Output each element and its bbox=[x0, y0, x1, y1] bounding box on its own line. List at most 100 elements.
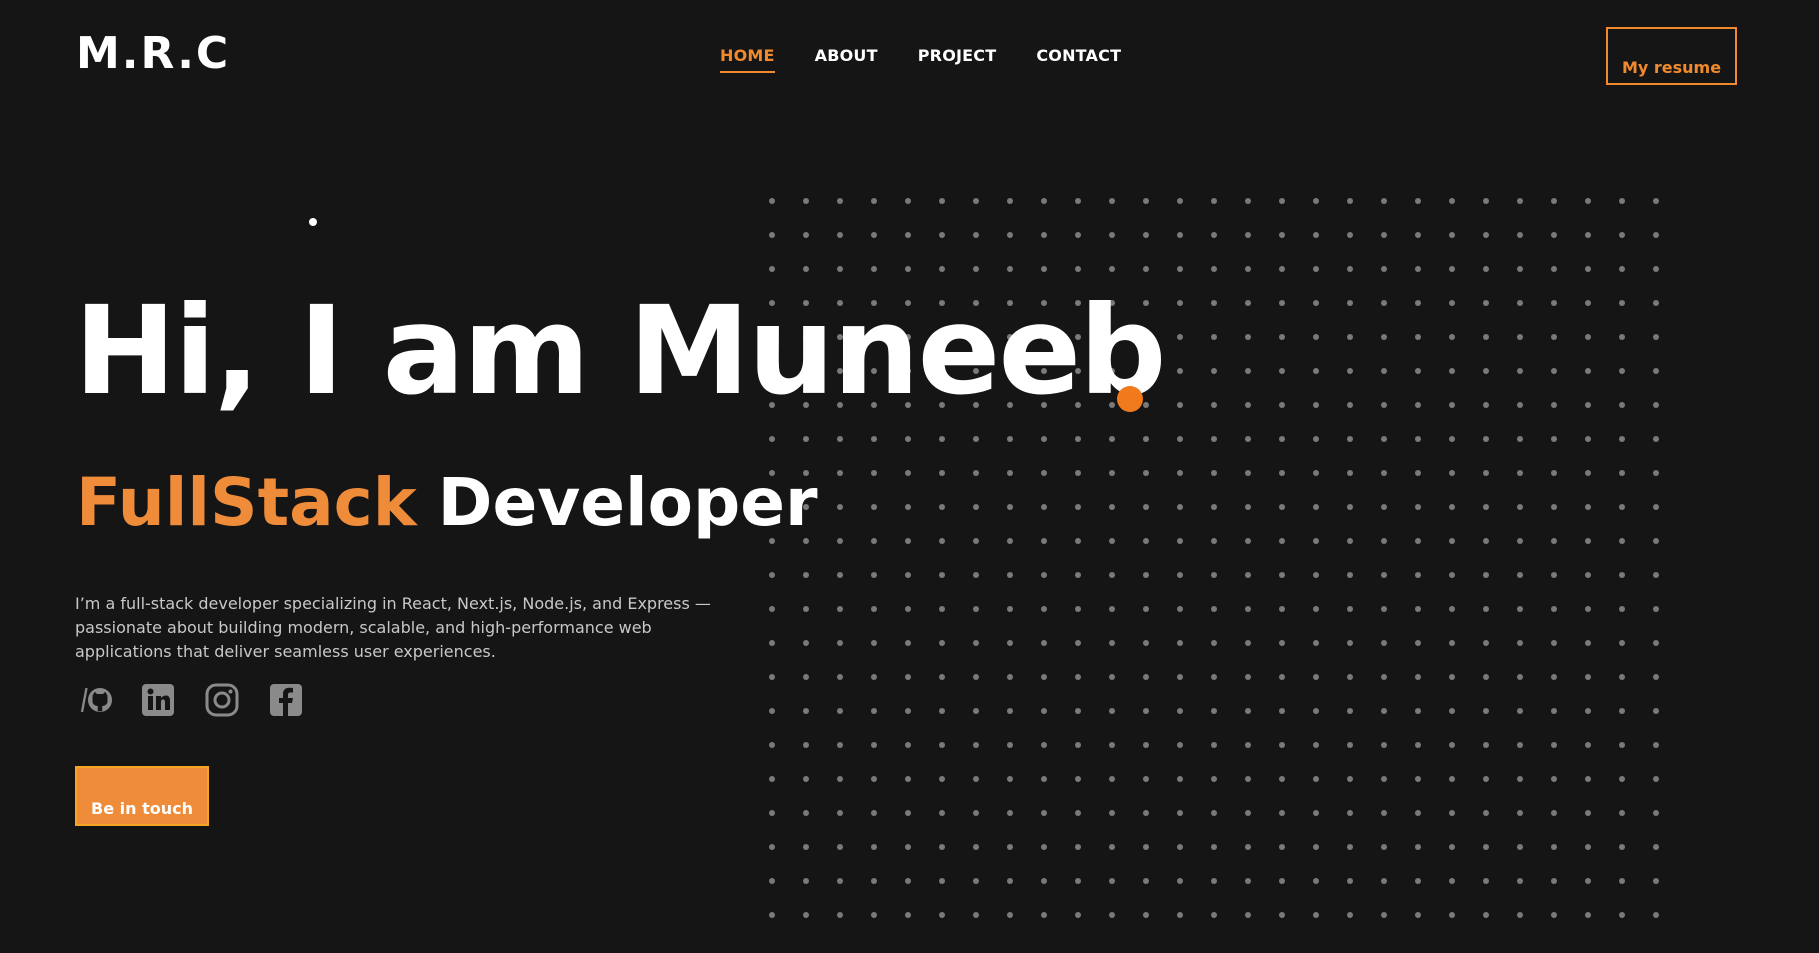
grid-dot bbox=[1449, 708, 1455, 714]
grid-dot bbox=[1109, 504, 1115, 510]
grid-dot bbox=[1245, 844, 1251, 850]
grid-dot bbox=[1211, 436, 1217, 442]
grid-dot bbox=[1551, 572, 1557, 578]
grid-dot bbox=[1177, 844, 1183, 850]
grid-dot bbox=[769, 266, 775, 272]
site-logo[interactable]: M.R.C bbox=[76, 32, 230, 76]
grid-dot bbox=[1075, 674, 1081, 680]
grid-dot bbox=[1449, 674, 1455, 680]
grid-dot bbox=[1177, 912, 1183, 918]
grid-dot bbox=[1313, 606, 1319, 612]
grid-dot bbox=[1279, 504, 1285, 510]
grid-dot bbox=[1041, 232, 1047, 238]
grid-dot bbox=[905, 708, 911, 714]
grid-dot bbox=[905, 470, 911, 476]
grid-dot bbox=[905, 266, 911, 272]
grid-dot bbox=[1585, 776, 1591, 782]
grid-dot bbox=[1313, 504, 1319, 510]
grid-dot bbox=[1143, 674, 1149, 680]
grid-dot bbox=[1245, 674, 1251, 680]
grid-dot bbox=[1245, 708, 1251, 714]
grid-dot bbox=[1653, 334, 1659, 340]
grid-dot bbox=[803, 232, 809, 238]
grid-dot bbox=[837, 674, 843, 680]
nav-project-link[interactable]: PROJECT bbox=[918, 46, 997, 73]
grid-dot bbox=[1143, 538, 1149, 544]
grid-dot bbox=[1483, 776, 1489, 782]
grid-dot bbox=[803, 198, 809, 204]
grid-dot bbox=[1585, 538, 1591, 544]
grid-dot bbox=[1415, 436, 1421, 442]
grid-dot bbox=[1517, 844, 1523, 850]
grid-dot bbox=[1415, 708, 1421, 714]
grid-dot bbox=[1347, 572, 1353, 578]
grid-dot bbox=[1245, 368, 1251, 374]
grid-dot bbox=[1177, 674, 1183, 680]
grid-dot bbox=[1279, 470, 1285, 476]
grid-dot bbox=[1245, 232, 1251, 238]
grid-dot bbox=[1483, 198, 1489, 204]
linkedin-icon[interactable] bbox=[140, 682, 176, 718]
grid-dot bbox=[1313, 674, 1319, 680]
grid-dot bbox=[803, 912, 809, 918]
nav-home-link[interactable]: HOME bbox=[720, 46, 775, 73]
grid-dot bbox=[1211, 470, 1217, 476]
facebook-icon[interactable] bbox=[268, 682, 304, 718]
grid-dot bbox=[905, 878, 911, 884]
grid-dot bbox=[1619, 334, 1625, 340]
be-in-touch-button[interactable]: Be in touch bbox=[75, 766, 209, 826]
grid-dot bbox=[1007, 606, 1013, 612]
grid-dot bbox=[1279, 606, 1285, 612]
grid-dot bbox=[1585, 402, 1591, 408]
grid-dot bbox=[1347, 606, 1353, 612]
grid-dot bbox=[939, 470, 945, 476]
my-resume-button[interactable]: My resume bbox=[1606, 27, 1737, 85]
grid-dot bbox=[939, 742, 945, 748]
grid-dot bbox=[803, 572, 809, 578]
grid-dot bbox=[1619, 844, 1625, 850]
grid-dot bbox=[939, 708, 945, 714]
grid-dot bbox=[1619, 436, 1625, 442]
grid-dot bbox=[803, 742, 809, 748]
grid-dot bbox=[973, 572, 979, 578]
grid-dot bbox=[871, 912, 877, 918]
hero-description: I’m a full-stack developer specializing … bbox=[75, 594, 711, 661]
grid-dot bbox=[1007, 674, 1013, 680]
grid-dot bbox=[905, 742, 911, 748]
grid-dot bbox=[1585, 742, 1591, 748]
grid-dot bbox=[1245, 436, 1251, 442]
grid-dot bbox=[1041, 606, 1047, 612]
grid-dot bbox=[1551, 708, 1557, 714]
nav-about-link[interactable]: ABOUT bbox=[815, 46, 878, 73]
grid-dot bbox=[1177, 232, 1183, 238]
grid-dot bbox=[1585, 572, 1591, 578]
github-icon[interactable] bbox=[76, 682, 112, 718]
grid-dot bbox=[1279, 572, 1285, 578]
instagram-icon[interactable] bbox=[204, 682, 240, 718]
grid-dot bbox=[1653, 606, 1659, 612]
grid-dot bbox=[1313, 844, 1319, 850]
grid-dot bbox=[1449, 844, 1455, 850]
grid-dot bbox=[1585, 674, 1591, 680]
grid-dot bbox=[1619, 776, 1625, 782]
grid-dot bbox=[939, 232, 945, 238]
grid-dot bbox=[837, 742, 843, 748]
grid-dot bbox=[1585, 606, 1591, 612]
grid-dot bbox=[1075, 266, 1081, 272]
grid-dot bbox=[1347, 674, 1353, 680]
grid-dot bbox=[1585, 844, 1591, 850]
grid-dot bbox=[1041, 470, 1047, 476]
grid-dot bbox=[1381, 368, 1387, 374]
grid-dot bbox=[1143, 232, 1149, 238]
grid-dot bbox=[1653, 674, 1659, 680]
grid-dot bbox=[1585, 198, 1591, 204]
nav-contact-link[interactable]: CONTACT bbox=[1036, 46, 1121, 73]
grid-dot bbox=[1619, 538, 1625, 544]
grid-dot bbox=[1177, 470, 1183, 476]
grid-dot bbox=[1177, 402, 1183, 408]
grid-dot bbox=[1483, 606, 1489, 612]
grid-dot bbox=[1313, 300, 1319, 306]
grid-dot bbox=[1007, 436, 1013, 442]
grid-dot bbox=[1381, 878, 1387, 884]
grid-dot bbox=[769, 912, 775, 918]
